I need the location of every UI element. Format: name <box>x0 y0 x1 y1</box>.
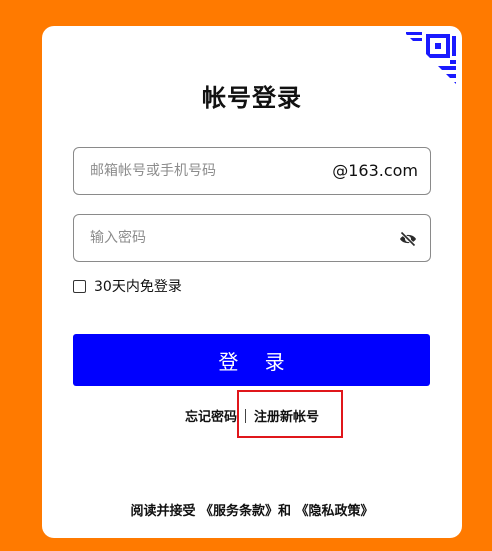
login-card: 帐号登录 @163.com 30天内免登录 登 录 忘记密码 注册新帐号 阅读并… <box>42 26 462 538</box>
terms-of-service-link[interactable]: 《服务条款》 <box>200 504 278 519</box>
remember-checkbox[interactable] <box>73 279 86 293</box>
account-field[interactable]: @163.com <box>73 147 431 195</box>
remember-me[interactable]: 30天内免登录 <box>73 276 182 296</box>
login-button[interactable]: 登 录 <box>73 334 430 386</box>
register-highlight-box <box>237 390 343 438</box>
terms-prefix: 阅读并接受 <box>130 504 200 519</box>
terms-notice: 阅读并接受 《服务条款》和 《隐私政策》 <box>42 500 462 519</box>
password-field[interactable] <box>73 214 431 262</box>
password-input[interactable] <box>90 215 310 261</box>
privacy-policy-link[interactable]: 《隐私政策》 <box>296 504 374 519</box>
account-input[interactable] <box>90 148 310 194</box>
eye-slash-icon[interactable] <box>398 229 418 249</box>
forgot-password-link[interactable]: 忘记密码 <box>185 406 237 425</box>
login-title: 帐号登录 <box>202 84 302 112</box>
terms-and: 和 <box>278 504 296 519</box>
remember-label: 30天内免登录 <box>94 279 182 295</box>
domain-suffix: @163.com <box>332 161 418 180</box>
